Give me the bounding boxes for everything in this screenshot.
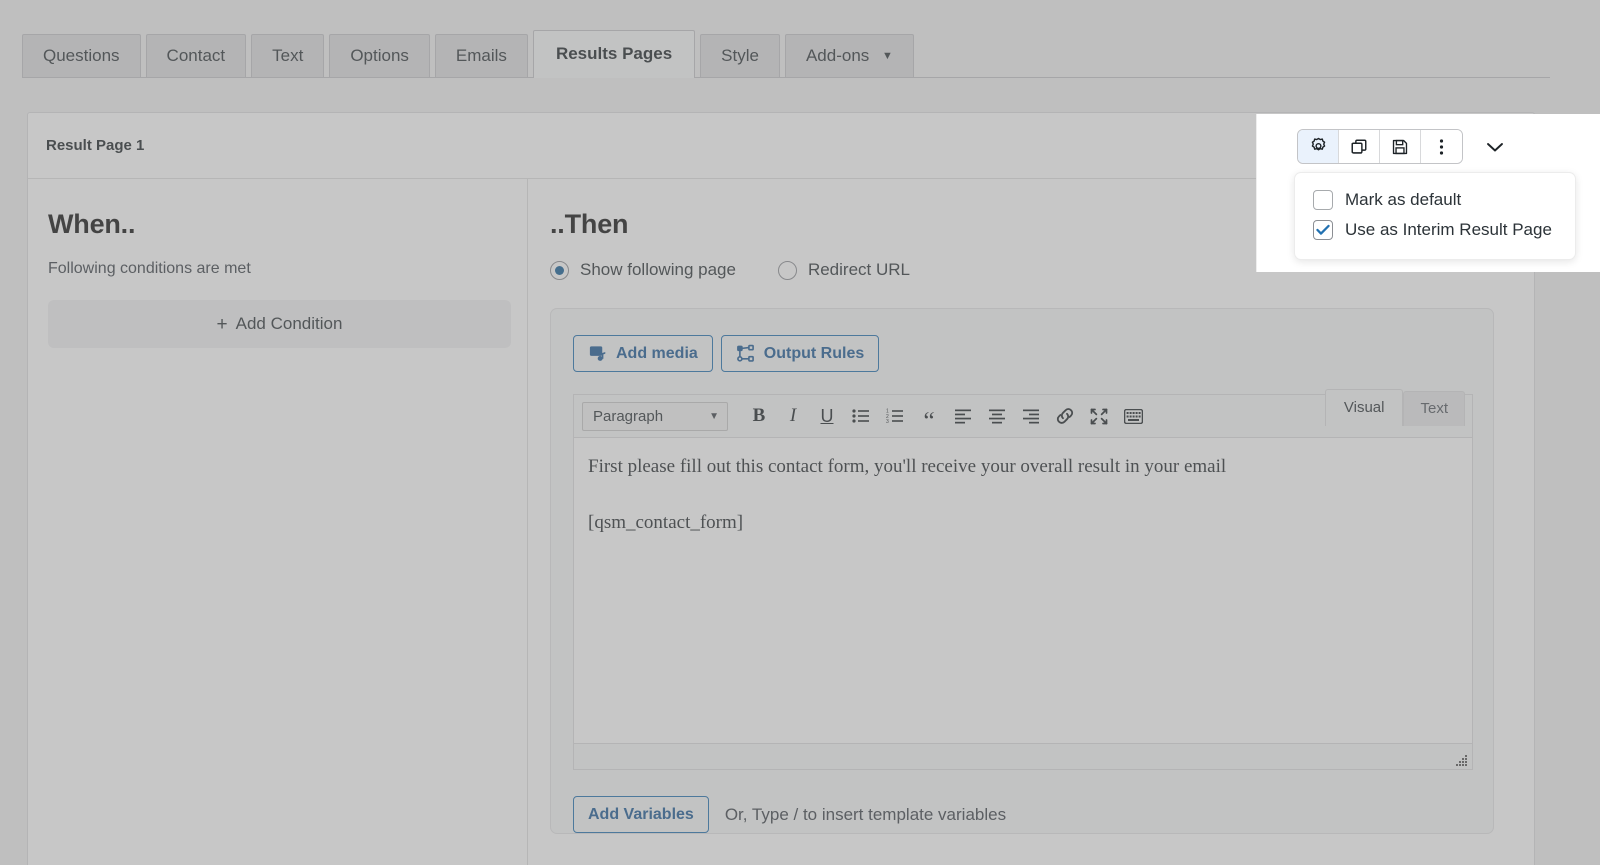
radio-label: Show following page — [580, 260, 736, 279]
when-heading: When.. — [48, 209, 136, 239]
add-variables-label: Add Variables — [588, 806, 694, 824]
add-condition-button[interactable]: + Add Condition — [48, 300, 511, 348]
output-rules-button[interactable]: Output Rules — [720, 335, 880, 373]
blockquote-icon[interactable]: “ — [912, 406, 946, 436]
radio-selected-icon — [550, 260, 569, 280]
tab-text[interactable]: Text — [251, 34, 325, 78]
duplicate-icon[interactable] — [1339, 130, 1380, 163]
format-select-value: Paragraph — [593, 407, 664, 425]
align-center-icon[interactable] — [980, 401, 1014, 431]
underline-glyph: U — [820, 405, 834, 426]
svg-text:3: 3 — [886, 419, 889, 424]
editor-shortcode: [qsm_contact_form] — [588, 512, 744, 534]
result-page-actions-toolbar — [1297, 129, 1517, 164]
save-icon[interactable] — [1380, 130, 1421, 163]
chevron-down-icon: ▼ — [882, 50, 893, 62]
bold-glyph: B — [752, 405, 766, 427]
tab-results-pages[interactable]: Results Pages — [532, 30, 696, 78]
radio-show-following-page[interactable]: Show following page — [550, 260, 736, 280]
add-variables-button[interactable]: Add Variables — [573, 796, 709, 834]
editor-resize-handle[interactable] — [1455, 753, 1469, 767]
result-page-editor: Add media Output Rules Visual Text Parag… — [550, 308, 1494, 835]
variables-row: Add Variables Or, Type / to insert templ… — [551, 770, 1493, 834]
align-right-icon[interactable] — [1014, 401, 1048, 431]
tab-visual[interactable]: Visual — [1324, 389, 1404, 426]
tab-label: Style — [721, 46, 759, 65]
tab-label: Emails — [455, 46, 507, 65]
toolbar-toggle-icon[interactable] — [1116, 401, 1150, 431]
tab-label: Options — [350, 46, 409, 65]
insert-link-icon[interactable] — [1048, 401, 1082, 431]
numbered-list-icon[interactable]: 1 2 3 — [878, 401, 912, 431]
checkbox-unchecked-icon[interactable] — [1313, 190, 1333, 210]
settings-tab-bar: Questions Contact Text Options Emails Re… — [0, 30, 1600, 78]
tab-label: Add-ons — [805, 46, 870, 65]
tab-label: Text — [272, 46, 304, 65]
add-condition-label: Add Condition — [235, 314, 343, 333]
radio-redirect-url[interactable]: Redirect URL — [777, 260, 910, 280]
tab-style[interactable]: Style — [700, 34, 780, 78]
tab-emails[interactable]: Emails — [434, 34, 528, 78]
page-title: Result Page 1 — [46, 137, 145, 154]
underline-icon[interactable]: U — [810, 401, 844, 431]
tab-addons[interactable]: Add-ons ▼ — [784, 34, 914, 78]
tab-label: Questions — [43, 46, 120, 65]
tab-label: Results Pages — [555, 44, 673, 63]
chevron-down-icon[interactable] — [1473, 130, 1517, 163]
output-rules-label: Output Rules — [763, 345, 865, 362]
chevron-down-icon: ▼ — [709, 410, 719, 422]
format-select[interactable]: Paragraph ▼ — [582, 401, 728, 431]
italic-icon[interactable]: I — [776, 401, 810, 431]
when-description: Following conditions are met — [48, 260, 251, 277]
tab-text-mode[interactable]: Text — [1403, 391, 1465, 426]
add-media-button[interactable]: Add media — [573, 335, 713, 373]
tab-text-label: Text — [1420, 400, 1448, 417]
tab-visual-label: Visual — [1343, 399, 1385, 416]
tab-questions[interactable]: Questions — [22, 34, 141, 78]
tinymce-editor: Paragraph ▼ B I U 1 2 3 “ First please f… — [573, 394, 1473, 771]
menu-item-mark-as-default[interactable]: Mark as default — [1295, 185, 1575, 215]
variables-hint: Or, Type / to insert template variables — [724, 804, 1007, 824]
plus-icon: + — [216, 313, 228, 335]
add-media-icon — [588, 344, 607, 363]
editor-paragraph: First please fill out this contact form,… — [588, 456, 1227, 478]
tab-options[interactable]: Options — [329, 34, 430, 78]
menu-item-label: Mark as default — [1345, 190, 1462, 209]
menu-item-use-as-interim-result-page[interactable]: Use as Interim Result Page — [1295, 215, 1575, 245]
action-icon-group — [1297, 129, 1463, 164]
editor-content-area[interactable]: First please fill out this contact form,… — [574, 438, 1472, 744]
editor-view-tabs: Visual Text — [1324, 389, 1465, 426]
radio-label: Redirect URL — [807, 260, 910, 279]
fullscreen-icon[interactable] — [1082, 401, 1116, 431]
when-panel: When.. Following conditions are met + Ad… — [28, 179, 528, 865]
output-rules-icon — [736, 344, 755, 363]
tab-label: Contact — [166, 46, 226, 65]
checkbox-checked-icon[interactable] — [1313, 220, 1333, 240]
editor-action-buttons: Add media Output Rules — [551, 335, 1493, 373]
italic-glyph: I — [789, 405, 797, 427]
blockquote-glyph: “ — [923, 407, 935, 435]
tab-list: Questions Contact Text Options Emails Re… — [22, 30, 914, 78]
bold-icon[interactable]: B — [742, 401, 776, 431]
tab-contact[interactable]: Contact — [145, 34, 247, 78]
editor-status-bar — [574, 743, 1472, 770]
result-page-card-body: When.. Following conditions are met + Ad… — [28, 179, 1534, 865]
settings-gear-icon[interactable] — [1298, 130, 1339, 163]
menu-item-label: Use as Interim Result Page — [1345, 220, 1552, 239]
align-left-icon[interactable] — [946, 401, 980, 431]
more-options-icon[interactable] — [1421, 130, 1462, 163]
then-panel: ..Then Show following page Redirect URL — [528, 179, 1534, 865]
result-page-options-menu: Mark as default Use as Interim Result Pa… — [1294, 172, 1576, 260]
tab-bar-divider — [22, 77, 1550, 78]
popover-spotlight-edge — [1256, 114, 1257, 272]
bulleted-list-icon[interactable] — [844, 401, 878, 431]
add-media-label: Add media — [616, 345, 698, 362]
radio-unselected-icon — [777, 260, 797, 280]
